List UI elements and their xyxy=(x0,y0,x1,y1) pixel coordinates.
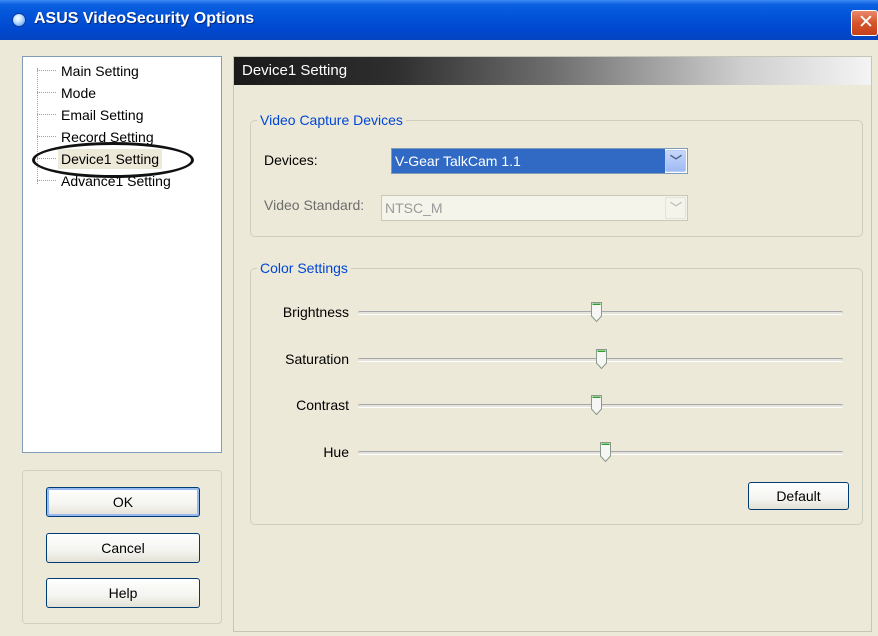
slider-thumb[interactable] xyxy=(590,394,603,416)
devices-select[interactable]: V-Gear TalkCam 1.1 ﹀ xyxy=(391,148,688,174)
brightness-label: Brightness xyxy=(282,304,349,320)
highlight-ellipse xyxy=(32,142,194,178)
hue-slider[interactable] xyxy=(358,441,843,465)
tree-branch xyxy=(37,92,56,93)
cancel-button[interactable]: Cancel xyxy=(46,533,200,563)
default-button[interactable]: Default xyxy=(748,482,849,510)
brightness-slider[interactable] xyxy=(358,301,843,325)
devices-select-value: V-Gear TalkCam 1.1 xyxy=(392,149,665,173)
saturation-slider[interactable] xyxy=(358,348,843,372)
contrast-label: Contrast xyxy=(296,397,349,413)
window-title: ASUS VideoSecurity Options xyxy=(34,10,255,27)
tree-item-email-setting[interactable]: Email Setting xyxy=(37,104,217,126)
panel-header: Device1 Setting xyxy=(234,57,871,85)
slider-thumb[interactable] xyxy=(590,301,603,323)
tree-branch xyxy=(37,136,56,137)
tree-item-label: Email Setting xyxy=(61,107,144,123)
contrast-slider[interactable] xyxy=(358,394,843,418)
settings-tree: Main Setting Mode Email Setting Record S… xyxy=(22,56,222,453)
dialog-buttons-group: OK Cancel Help xyxy=(22,470,222,624)
title-bar[interactable]: ASUS VideoSecurity Options ✕ xyxy=(0,0,878,40)
video-standard-value: NTSC_M xyxy=(385,200,443,216)
tree-branch xyxy=(37,114,56,115)
video-standard-dropdown-button: ﹀ xyxy=(665,197,686,219)
saturation-label: Saturation xyxy=(285,351,349,367)
group-legend: Color Settings xyxy=(257,259,351,277)
video-standard-label: Video Standard: xyxy=(264,197,365,213)
close-button[interactable]: ✕ xyxy=(851,10,878,36)
chevron-down-icon: ﹀ xyxy=(670,154,683,168)
chevron-down-icon: ﹀ xyxy=(670,201,683,215)
tree-branch xyxy=(37,70,56,71)
help-button[interactable]: Help xyxy=(46,578,200,608)
ok-button[interactable]: OK xyxy=(46,487,200,517)
close-icon: ✕ xyxy=(858,12,874,33)
tree-item-label: Mode xyxy=(61,85,97,101)
app-orb-icon xyxy=(12,13,26,27)
tree-item-main-setting[interactable]: Main Setting xyxy=(37,60,217,82)
hue-label: Hue xyxy=(323,444,349,460)
tree-branch xyxy=(37,180,56,181)
devices-label: Devices: xyxy=(264,152,318,168)
video-standard-select: NTSC_M ﹀ xyxy=(381,195,688,221)
tree-item-label: Main Setting xyxy=(61,63,139,79)
tree-item-mode[interactable]: Mode xyxy=(37,82,217,104)
group-legend: Video Capture Devices xyxy=(257,111,406,129)
slider-thumb[interactable] xyxy=(599,441,612,463)
slider-thumb[interactable] xyxy=(595,348,608,370)
devices-dropdown-button[interactable]: ﹀ xyxy=(665,150,686,172)
